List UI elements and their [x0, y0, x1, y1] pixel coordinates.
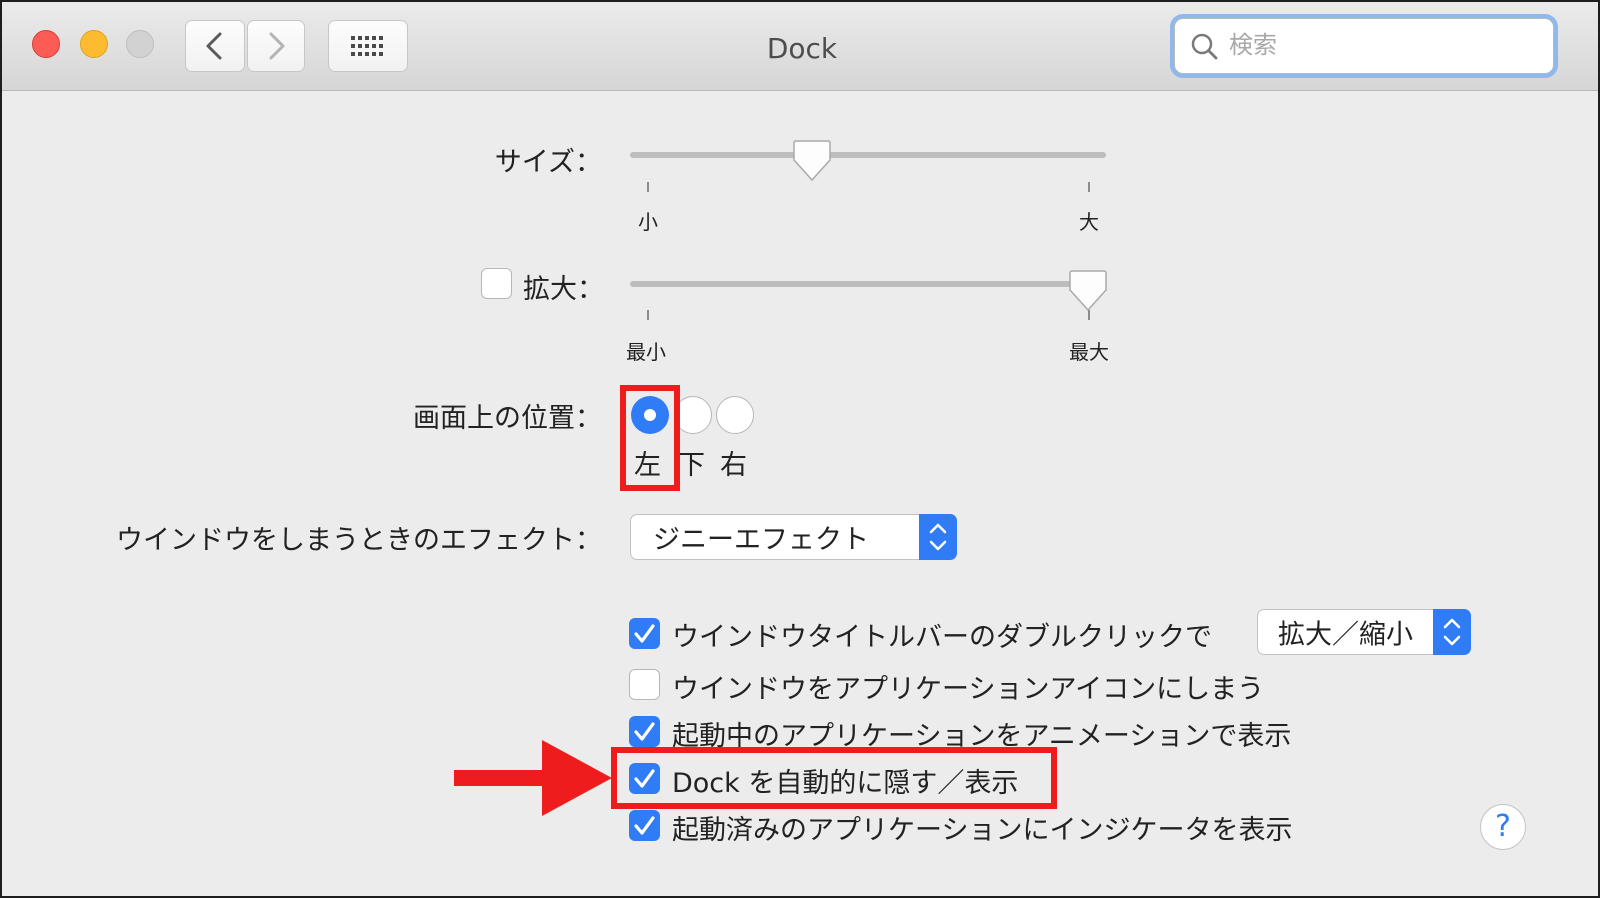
size-tick-max [1088, 182, 1090, 192]
size-label: サイズ： [494, 147, 602, 178]
position-bottom-label: 下 [678, 450, 705, 481]
show-indicators-checkbox[interactable] [629, 810, 660, 841]
checkmark-icon [634, 722, 655, 741]
double-click-titlebar-label: ウインドウタイトルバーのダブルクリックで [672, 622, 1212, 653]
checkmark-icon [634, 624, 655, 643]
highlight-left-position [620, 385, 680, 491]
double-click-titlebar-checkbox[interactable] [629, 618, 660, 649]
show-indicators-label: 起動済みのアプリケーションにインジケータを表示 [672, 815, 1293, 846]
checkmark-icon [634, 816, 655, 835]
size-max-label: 大 [1079, 210, 1099, 234]
size-slider-thumb[interactable] [792, 138, 832, 182]
size-slider-track[interactable] [630, 152, 1106, 158]
magnification-min-label: 最小 [626, 340, 666, 364]
search-input[interactable] [1229, 25, 1539, 65]
minimize-into-app-icon-checkbox[interactable] [629, 669, 660, 700]
magnification-tick-min [647, 310, 649, 320]
title-bar: Dock [2, 2, 1598, 91]
size-tick-min [647, 182, 649, 192]
highlight-auto-hide [611, 747, 1057, 809]
double-click-action-select[interactable]: 拡大／縮小 [1257, 609, 1471, 655]
minimize-effect-value: ジニーエフェクト [653, 524, 869, 556]
animate-opening-apps-checkbox[interactable] [629, 716, 660, 747]
updown-chevron-icon [919, 514, 957, 560]
annotation-arrow-icon [454, 740, 612, 816]
position-label: 画面上の位置： [413, 403, 602, 434]
preferences-window: Dock サイズ： 小 大 拡大： 最小 最大 画面上の位置： 左 下 右 ウイ… [0, 0, 1600, 898]
magnification-label: 拡大： [523, 274, 604, 305]
minimize-effect-select[interactable]: ジニーエフェクト [630, 514, 957, 560]
search-field[interactable] [1174, 18, 1554, 74]
magnification-slider-track[interactable] [630, 281, 1106, 287]
magnification-slider-thumb[interactable] [1068, 268, 1108, 312]
search-icon [1191, 33, 1218, 60]
double-click-action-value: 拡大／縮小 [1278, 619, 1413, 651]
magnification-checkbox[interactable] [481, 268, 512, 299]
size-min-label: 小 [638, 210, 658, 234]
minimize-into-app-icon-label: ウインドウをアプリケーションアイコンにしまう [672, 674, 1265, 705]
updown-chevron-icon [1433, 609, 1471, 655]
magnification-tick-max [1088, 310, 1090, 320]
minimize-effect-label: ウインドウをしまうときのエフェクト： [116, 525, 602, 556]
help-button[interactable]: ? [1480, 804, 1526, 850]
position-right-label: 右 [720, 450, 747, 481]
position-right-radio[interactable] [716, 396, 754, 434]
magnification-max-label: 最大 [1069, 340, 1109, 364]
